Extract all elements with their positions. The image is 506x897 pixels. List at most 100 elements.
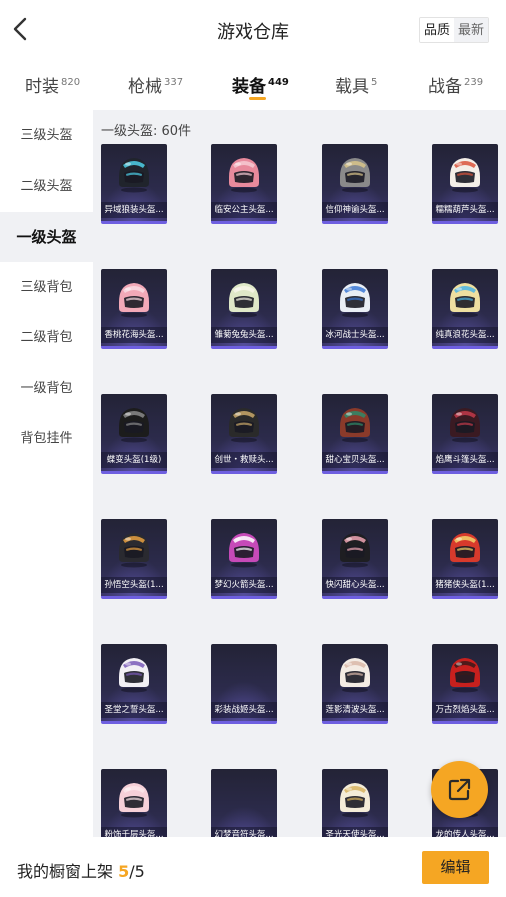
item-name: 焰鹰斗篷头盔... <box>432 452 498 468</box>
showcase-status: 我的橱窗上架 5/5 <box>17 858 145 882</box>
sidebar-item-helmet-lv1[interactable]: 一级头盔 <box>0 212 93 262</box>
helmet-icon <box>119 658 149 693</box>
item-name: 创世・救赎头... <box>211 452 277 468</box>
item-card[interactable]: 甜心宝贝头盔... <box>322 394 388 474</box>
tab-label: 战备 <box>428 77 462 97</box>
active-tab-indicator <box>249 97 266 100</box>
tab-guns[interactable]: 枪械 337 <box>128 72 183 97</box>
helmet-icon <box>119 783 149 818</box>
item-name: 万古烈焰头盔... <box>432 702 498 718</box>
item-card[interactable]: 幻梦音符头盔... <box>211 769 277 837</box>
item-card[interactable]: 糯糯葫芦头盔... <box>432 144 498 224</box>
item-card[interactable]: 蝶变头盔(1级) <box>101 394 167 474</box>
sort-option-quality[interactable]: 品质 <box>419 18 454 42</box>
item-grid-panel: 一级头盔: 60件 异域狼装头盔... 临安公主头盔... 信仰神谕头盔... 糯糯葫… <box>93 110 506 837</box>
item-card[interactable]: 万古烈焰头盔... <box>432 644 498 724</box>
tab-fashion[interactable]: 时装 820 <box>25 72 80 97</box>
sidebar-item-backpack-lv1[interactable]: 一级背包 <box>0 364 93 414</box>
item-card[interactable]: 梦幻火箭头盔... <box>211 519 277 599</box>
helmet-icon <box>450 533 480 568</box>
tab-count: 820 <box>61 77 81 88</box>
share-icon <box>448 778 471 801</box>
item-name: 粉饰千层头盔... <box>101 827 167 837</box>
category-tabs: 时装 820 枪械 337 装备 449 载具 5 战备 239 <box>0 60 506 110</box>
tab-label: 载具 <box>335 77 369 97</box>
item-card[interactable]: 纯真浪花头盔... <box>432 269 498 349</box>
sidebar-item-backpack-lv2[interactable]: 二级背包 <box>0 313 93 363</box>
item-name: 快闪甜心头盔... <box>322 577 388 593</box>
item-card[interactable]: 冰河战士头盔... <box>322 269 388 349</box>
item-name: 雏菊兔兔头盔... <box>211 327 277 343</box>
item-name: 梦幻火箭头盔... <box>211 577 277 593</box>
helmet-icon <box>340 158 370 193</box>
item-card[interactable]: 焰鹰斗篷头盔... <box>432 394 498 474</box>
helmet-icon <box>340 658 370 693</box>
bottom-bar: 我的橱窗上架 5/5 编辑 <box>0 837 506 897</box>
tab-count: 239 <box>464 77 484 88</box>
sort-toggle[interactable]: 品质 最新 <box>418 17 489 43</box>
item-name: 异域狼装头盔... <box>101 202 167 218</box>
item-name: 信仰神谕头盔... <box>322 202 388 218</box>
item-name: 龙的传人头盔... <box>432 827 498 837</box>
item-name: 圣光天使头盔... <box>322 827 388 837</box>
helmet-icon <box>450 408 480 443</box>
item-card[interactable]: 创世・救赎头... <box>211 394 277 474</box>
item-name: 圣堂之誓头盔... <box>101 702 167 718</box>
item-card[interactable]: 雏菊兔兔头盔... <box>211 269 277 349</box>
item-name: 莲影清波头盔... <box>322 702 388 718</box>
edit-button[interactable]: 编辑 <box>422 851 489 884</box>
tab-label: 装备 <box>232 77 266 97</box>
sidebar-item-helmet-lv3[interactable]: 三级头盔 <box>0 111 93 161</box>
sidebar-item-backpack-lv3[interactable]: 三级背包 <box>0 263 93 313</box>
item-name: 临安公主头盔... <box>211 202 277 218</box>
showcase-count-total: 5 <box>134 862 145 881</box>
helmet-icon <box>450 283 480 318</box>
item-card[interactable]: 圣光天使头盔... <box>322 769 388 837</box>
sidebar-item-helmet-lv2[interactable]: 二级头盔 <box>0 162 93 212</box>
helmet-icon <box>340 533 370 568</box>
item-name: 幻梦音符头盔... <box>211 827 277 837</box>
helmet-icon <box>229 533 259 568</box>
helmet-icon <box>229 158 259 193</box>
helmet-icon <box>340 283 370 318</box>
item-card[interactable]: 粉饰千层头盔... <box>101 769 167 837</box>
item-card[interactable]: 香桃花海头盔... <box>101 269 167 349</box>
item-name: 香桃花海头盔... <box>101 327 167 343</box>
item-card[interactable]: 快闪甜心头盔... <box>322 519 388 599</box>
sort-option-latest[interactable]: 最新 <box>453 18 488 42</box>
helmet-icon <box>340 408 370 443</box>
helmet-icon <box>119 408 149 443</box>
item-card[interactable]: 异域狼装头盔... <box>101 144 167 224</box>
item-name: 纯真浪花头盔... <box>432 327 498 343</box>
section-label: 一级头盔: 60件 <box>101 124 192 139</box>
item-name: 糯糯葫芦头盔... <box>432 202 498 218</box>
helmet-icon <box>229 408 259 443</box>
share-button[interactable] <box>431 761 488 818</box>
helmet-icon <box>340 783 370 818</box>
item-card[interactable]: 莲影清波头盔... <box>322 644 388 724</box>
sidebar: 三级头盔 二级头盔 一级头盔 三级背包 二级背包 一级背包 背包挂件 <box>0 110 93 837</box>
helmet-icon <box>450 658 480 693</box>
helmet-icon <box>229 283 259 318</box>
item-card[interactable]: 临安公主头盔... <box>211 144 277 224</box>
item-card[interactable]: 彩装战姬头盔... <box>211 644 277 724</box>
item-card[interactable]: 孙悟空头盔(1... <box>101 519 167 599</box>
item-name: 蝶变头盔(1级) <box>101 452 167 468</box>
item-card[interactable]: 信仰神谕头盔... <box>322 144 388 224</box>
tab-count: 449 <box>268 77 289 88</box>
tab-equipment[interactable]: 装备 449 <box>232 72 289 97</box>
sidebar-item-backpack-pendant[interactable]: 背包挂件 <box>0 414 93 464</box>
item-card[interactable]: 猪猪侠头盔(1... <box>432 519 498 599</box>
tab-count: 337 <box>164 77 184 88</box>
tab-count: 5 <box>371 77 378 88</box>
item-name: 甜心宝贝头盔... <box>322 452 388 468</box>
showcase-count-current: 5 <box>118 862 130 881</box>
helmet-icon <box>119 283 149 318</box>
helmet-icon <box>450 158 480 193</box>
item-name: 彩装战姬头盔... <box>211 702 277 718</box>
helmet-icon <box>119 158 149 193</box>
tab-vehicles[interactable]: 载具 5 <box>335 72 377 97</box>
tab-battle-gear[interactable]: 战备 239 <box>428 72 483 97</box>
item-card[interactable]: 圣堂之誓头盔... <box>101 644 167 724</box>
tab-label: 时装 <box>25 77 59 97</box>
